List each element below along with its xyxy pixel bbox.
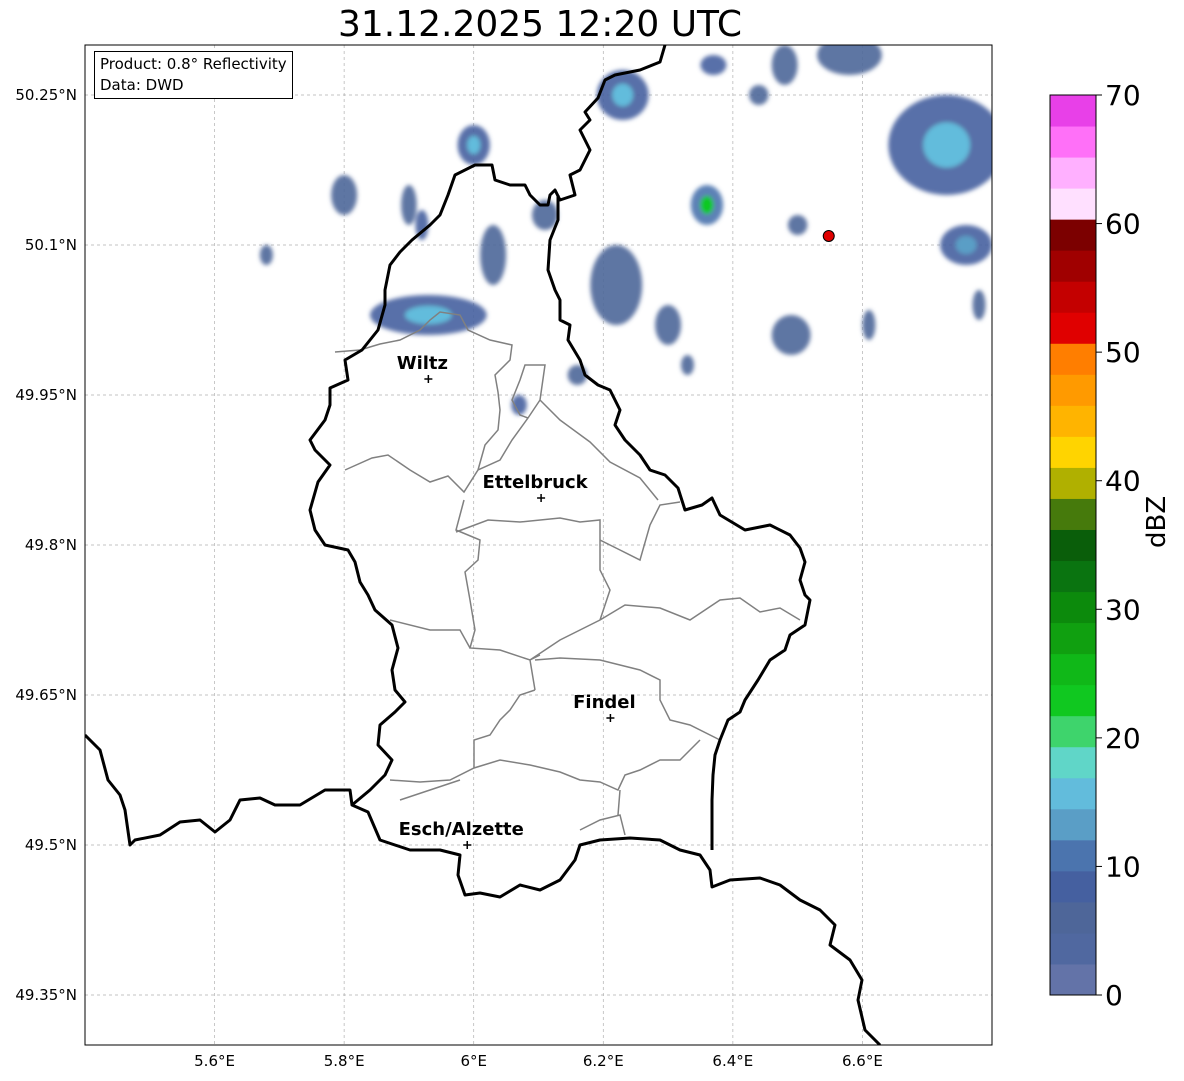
lat-tick-label: 49.65°N — [15, 686, 77, 704]
radar-echo — [401, 185, 417, 225]
colorbar-segment — [1050, 219, 1096, 251]
lat-tick-label: 49.95°N — [15, 386, 77, 404]
colorbar-segment — [1050, 963, 1096, 996]
colorbar-segment — [1050, 529, 1096, 562]
colorbar-segment — [1050, 870, 1096, 903]
colorbar-segment — [1050, 684, 1096, 717]
colorbar-segment — [1050, 126, 1096, 158]
colorbar-segment — [1050, 188, 1096, 220]
city-marker-icon — [606, 714, 615, 722]
radar-echo — [259, 245, 273, 265]
colorbar-segment — [1050, 467, 1096, 499]
lon-tick-label: 6.4°E — [712, 1052, 753, 1070]
radar-echo — [771, 45, 798, 85]
lon-tick-label: 5.8°E — [324, 1052, 365, 1070]
radar-figure: Wiltz Ettelbruck Findel Esch/Alzette 50.25°… — [15, 44, 1141, 1070]
lat-tick-label: 50.1°N — [25, 236, 77, 254]
radar-echo — [590, 245, 643, 325]
radar-echo — [787, 215, 808, 235]
city-marker-icon — [537, 494, 546, 502]
lon-tick-label: 6.2°E — [583, 1052, 624, 1070]
colorbar-tick-label: 60 — [1105, 208, 1141, 241]
city-marker-icon — [463, 841, 472, 849]
radar-echo-core — [612, 83, 634, 107]
lat-tick-label: 49.35°N — [15, 986, 77, 1004]
city-markers: Wiltz Ettelbruck Findel Esch/Alzette — [397, 353, 636, 849]
colorbar-tick-label: 70 — [1105, 79, 1141, 112]
city-label: Wiltz — [397, 353, 448, 374]
colorbar-segment — [1050, 839, 1096, 872]
lat-tick-label: 50.25°N — [15, 86, 77, 104]
colorbar-segment — [1050, 374, 1096, 406]
colorbar-segment — [1050, 560, 1096, 593]
colorbar-segment — [1050, 777, 1096, 810]
radar-echo-core — [923, 122, 970, 168]
lat-tick-label: 49.5°N — [25, 836, 77, 854]
colorbar-segment — [1050, 498, 1096, 530]
colorbar-tick-label: 10 — [1105, 850, 1141, 883]
radar-echo — [331, 175, 358, 215]
canton-boundaries — [334, 311, 801, 836]
colorbar-segment — [1050, 250, 1096, 282]
axis-labels: 50.25°N 50.1°N 49.95°N 49.8°N 49.65°N 49.5°N 4… — [15, 86, 883, 1070]
radar-echo-core — [700, 196, 714, 214]
radar-echo — [655, 305, 682, 345]
colorbar-tick-label: 40 — [1105, 465, 1141, 498]
lon-tick-label: 6°E — [460, 1052, 487, 1070]
graticule — [85, 45, 992, 1045]
colorbar-segment — [1050, 653, 1096, 686]
city-label: Ettelbruck — [483, 472, 589, 493]
product-info-box: Product: 0.8° Reflectivity Data: DWD — [94, 51, 293, 99]
radar-echo-core — [955, 236, 977, 254]
radar-echo — [700, 55, 727, 75]
colorbar-segment — [1050, 405, 1096, 437]
colorbar-segment — [1050, 157, 1096, 189]
colorbar-segment — [1050, 622, 1096, 655]
city-marker-icon — [424, 375, 433, 383]
colorbar-segment — [1050, 281, 1096, 313]
radar-echoes — [259, 45, 992, 415]
colorbar-segment — [1050, 808, 1096, 841]
radar-echo — [817, 45, 882, 75]
colorbar-segment — [1050, 436, 1096, 468]
city-label: Esch/Alzette — [399, 819, 524, 840]
radar-echo — [480, 225, 507, 285]
radar-echo — [681, 355, 694, 375]
radar-echo — [749, 85, 769, 105]
colorbar-label: dBZ — [1142, 495, 1172, 548]
radar-site-marker — [822, 230, 835, 242]
radar-echo-core — [467, 136, 481, 154]
data-source-label: Data: DWD — [100, 76, 184, 94]
colorbar-segment — [1050, 746, 1096, 779]
radar-echo — [972, 290, 986, 320]
colorbar-segment — [1050, 932, 1096, 965]
colorbar-segment — [1050, 343, 1096, 375]
radar-echo — [771, 315, 811, 355]
colorbar-tick-label: 20 — [1105, 722, 1141, 755]
lon-tick-label: 5.6°E — [194, 1052, 235, 1070]
colorbar-segment — [1050, 312, 1096, 344]
colorbar-tick-label: 30 — [1105, 593, 1141, 626]
product-label: Product: 0.8° Reflectivity — [100, 55, 287, 73]
radar-site-layer — [822, 230, 835, 242]
lat-tick-label: 49.8°N — [25, 536, 77, 554]
colorbar-segment — [1050, 715, 1096, 748]
colorbar-tick-label: 0 — [1105, 979, 1123, 1012]
colorbar: 0 10 20 30 40 50 60 70 — [1049, 79, 1141, 1012]
colorbar-segment — [1050, 901, 1096, 934]
radar-echo — [862, 310, 876, 340]
colorbar-segment — [1050, 95, 1096, 127]
lon-tick-label: 6.6°E — [842, 1052, 883, 1070]
colorbar-segment — [1050, 591, 1096, 624]
city-label: Findel — [573, 692, 636, 713]
colorbar-tick-label: 50 — [1105, 336, 1141, 369]
